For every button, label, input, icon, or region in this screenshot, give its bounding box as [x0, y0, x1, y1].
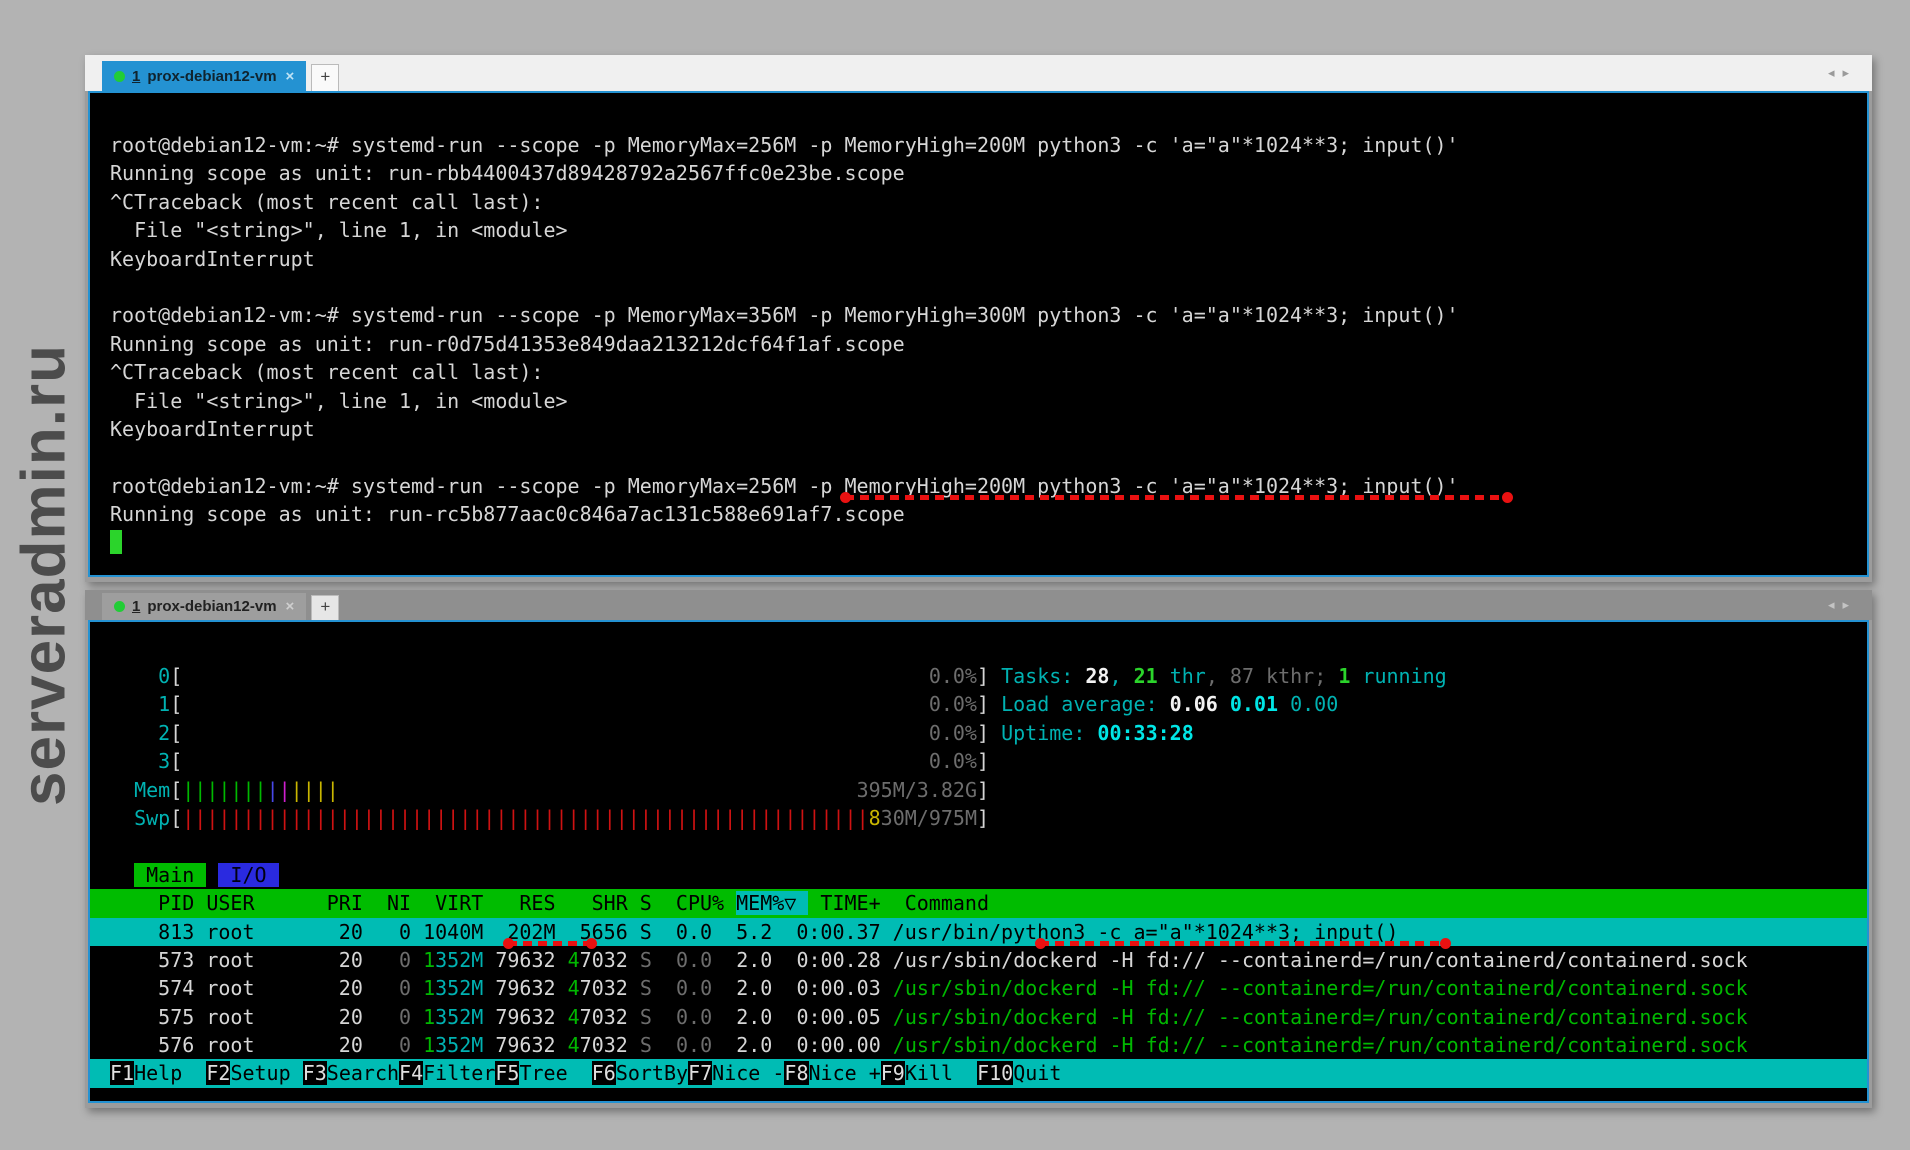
- tab-bar-top: 1 prox-debian12-vm × + ◂▸: [85, 55, 1872, 91]
- terminal-line: Swp[||||||||||||||||||||||||||||||||||||…: [90, 804, 1867, 832]
- tab-scroll-arrows[interactable]: ◂▸: [1828, 597, 1857, 613]
- close-tab-icon[interactable]: ×: [284, 68, 297, 85]
- terminal-line: [90, 443, 1867, 471]
- session-status-icon: [114, 601, 125, 612]
- terminal-line: [90, 832, 1867, 860]
- tab-scroll-arrows[interactable]: ◂▸: [1828, 65, 1857, 81]
- annotation-underline-command: [1040, 941, 1446, 946]
- terminal-line: ^CTraceback (most recent call last):: [90, 188, 1867, 216]
- tab-title: prox-debian12-vm: [147, 598, 276, 615]
- terminal-line: 576 root 20 0 1352M 79632 47032 S 0.0 2.…: [90, 1031, 1867, 1059]
- terminal-line: Running scope as unit: run-r0d75d41353e8…: [90, 330, 1867, 358]
- scroll-left-icon[interactable]: ◂: [1828, 597, 1843, 612]
- tab-prox-debian12-vm-2[interactable]: 1 prox-debian12-vm ×: [102, 593, 306, 620]
- tab-title: prox-debian12-vm: [147, 68, 276, 85]
- terminal-line: 3[ 0.0%]: [90, 747, 1867, 775]
- terminal-line: [90, 528, 1867, 556]
- terminal-line: KeyboardInterrupt: [90, 245, 1867, 273]
- new-tab-button[interactable]: +: [311, 64, 339, 91]
- terminal-line: 2[ 0.0%] Uptime: 00:33:28: [90, 719, 1867, 747]
- terminal-line: KeyboardInterrupt: [90, 415, 1867, 443]
- terminal-line: File "<string>", line 1, in <module>: [90, 387, 1867, 415]
- htop-output: 0[ 0.0%] Tasks: 28, 21 thr, 87 kthr; 1 r…: [90, 662, 1867, 1088]
- terminal-line: 0[ 0.0%] Tasks: 28, 21 thr, 87 kthr; 1 r…: [90, 662, 1867, 690]
- terminal-line: 574 root 20 0 1352M 79632 47032 S 0.0 2.…: [90, 974, 1867, 1002]
- terminal-line: 575 root 20 0 1352M 79632 47032 S 0.0 2.…: [90, 1003, 1867, 1031]
- terminal-line: ^CTraceback (most recent call last):: [90, 358, 1867, 386]
- terminal-window-bottom: 1 prox-debian12-vm × + ◂▸ 0[ 0.0%] Tasks…: [85, 590, 1872, 1108]
- terminal-line: [90, 273, 1867, 301]
- terminal-line: Running scope as unit: run-rbb4400437d89…: [90, 159, 1867, 187]
- tab-prox-debian12-vm[interactable]: 1 prox-debian12-vm ×: [102, 61, 306, 91]
- new-tab-button[interactable]: +: [311, 595, 339, 620]
- terminal-line: root@debian12-vm:~# systemd-run --scope …: [90, 301, 1867, 329]
- terminal-line: root@debian12-vm:~# systemd-run --scope …: [90, 131, 1867, 159]
- terminal-line: 813 root 20 0 1040M 202M 5656 S 0.0 5.2 …: [90, 918, 1867, 946]
- terminal-line: 573 root 20 0 1352M 79632 47032 S 0.0 2.…: [90, 946, 1867, 974]
- tab-number: 1: [132, 68, 140, 85]
- terminal-output-top: root@debian12-vm:~# systemd-run --scope …: [90, 131, 1867, 557]
- annotation-underline-res: [508, 941, 592, 946]
- terminal-line: Mem[||||||||||||| 395M/3.82G]: [90, 776, 1867, 804]
- tab-number: 1: [132, 598, 140, 615]
- session-status-icon: [114, 71, 125, 82]
- terminal-line: 1[ 0.0%] Load average: 0.06 0.01 0.00: [90, 690, 1867, 718]
- annotation-underline-memoryhigh: [845, 495, 1508, 500]
- watermark-text: serveradmin.ru: [9, 344, 80, 806]
- terminal-line: F1Help F2Setup F3SearchF4FilterF5Tree F6…: [90, 1059, 1867, 1087]
- terminal-screen-top[interactable]: root@debian12-vm:~# systemd-run --scope …: [88, 91, 1869, 577]
- terminal-window-top: 1 prox-debian12-vm × + ◂▸ root@debian12-…: [85, 55, 1872, 582]
- terminal-screen-htop[interactable]: 0[ 0.0%] Tasks: 28, 21 thr, 87 kthr; 1 r…: [88, 620, 1869, 1103]
- terminal-line: File "<string>", line 1, in <module>: [90, 216, 1867, 244]
- scroll-right-icon[interactable]: ▸: [1842, 65, 1857, 80]
- tab-bar-bottom: 1 prox-debian12-vm × + ◂▸: [85, 590, 1872, 620]
- terminal-line: PID USER PRI NI VIRT RES SHR S CPU% MEM%…: [90, 889, 1867, 917]
- terminal-line: Running scope as unit: run-rc5b877aac0c8…: [90, 500, 1867, 528]
- scroll-right-icon[interactable]: ▸: [1842, 597, 1857, 612]
- terminal-line: Main I/O: [90, 861, 1867, 889]
- close-tab-icon[interactable]: ×: [284, 598, 297, 615]
- scroll-left-icon[interactable]: ◂: [1828, 65, 1843, 80]
